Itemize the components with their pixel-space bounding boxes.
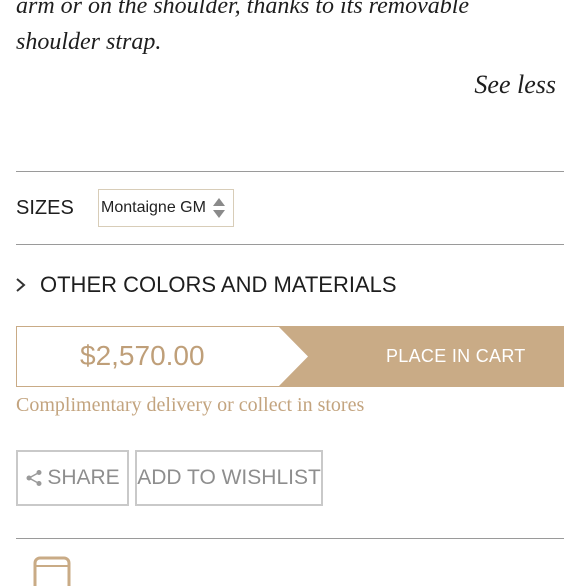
- share-button[interactable]: SHARE: [16, 450, 129, 506]
- size-selected-value: Montaigne GM: [101, 199, 206, 216]
- divider: [16, 244, 564, 245]
- phone-icon: [33, 556, 71, 586]
- share-icon: [26, 470, 42, 486]
- place-in-cart-button[interactable]: PLACE IN CART: [386, 346, 526, 367]
- price-cart-bar: $2,570.00 PLACE IN CART: [16, 326, 564, 387]
- see-less-link[interactable]: See less: [474, 70, 556, 100]
- chevron-right-icon: [16, 278, 26, 292]
- product-description: arm or on the shoulder, thanks to its re…: [16, 0, 564, 60]
- divider: [16, 538, 564, 539]
- add-to-wishlist-button[interactable]: ADD TO WISHLIST: [135, 450, 323, 506]
- other-colors-label: OTHER COLORS AND MATERIALS: [40, 272, 397, 297]
- share-label: SHARE: [47, 466, 120, 489]
- up-down-arrows-icon: [213, 198, 225, 218]
- sizes-label: SIZES: [16, 197, 74, 219]
- divider: [16, 171, 564, 172]
- other-colors-toggle[interactable]: OTHER COLORS AND MATERIALS: [14, 272, 397, 298]
- description-line-1: arm or on the shoulder, thanks to its re…: [16, 0, 470, 19]
- size-select[interactable]: Montaigne GM: [98, 189, 234, 227]
- delivery-note: Complimentary delivery or collect in sto…: [16, 394, 365, 416]
- description-line-2: shoulder strap.: [16, 29, 162, 55]
- price: $2,570.00: [80, 340, 205, 371]
